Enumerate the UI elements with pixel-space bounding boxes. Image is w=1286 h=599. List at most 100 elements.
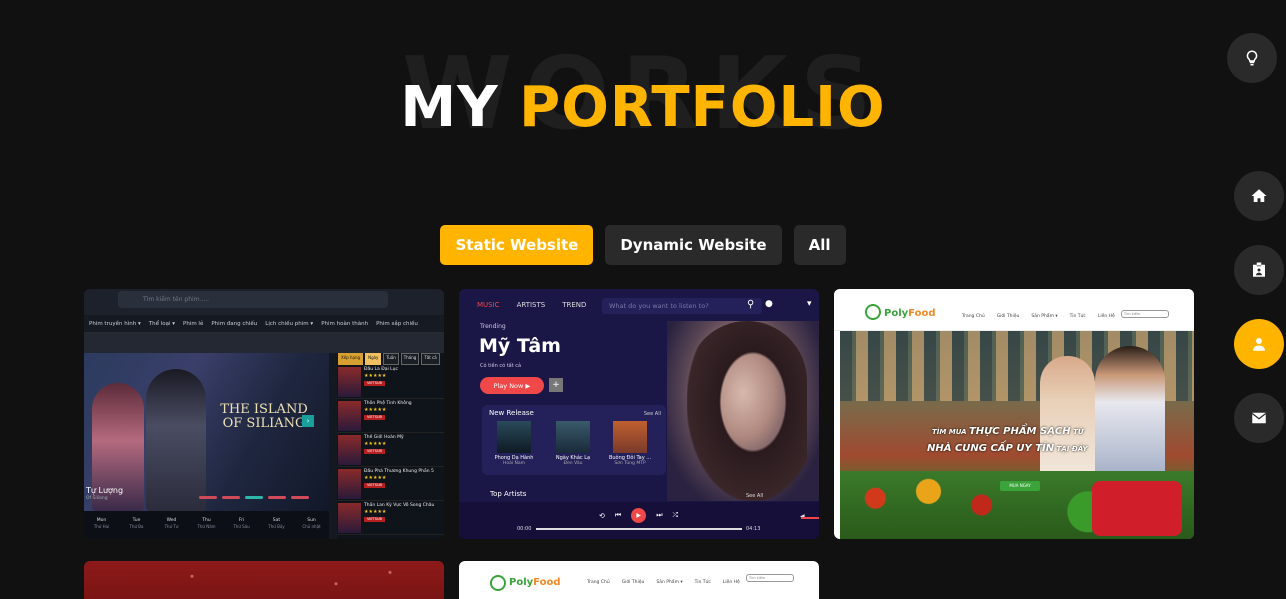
shuffle-icon: ⤮ <box>672 511 679 519</box>
top-artists-heading: Top Artists <box>490 490 527 498</box>
basket-image <box>1092 481 1182 536</box>
day-item: Wed Thứ Tư <box>164 518 179 530</box>
rank-item: Thần Lan Kỳ Vực Vô Song Châu ★★★★★ VIETSUB <box>337 501 444 535</box>
play-icon: › <box>302 415 314 427</box>
food-brand: PolyFood <box>884 308 936 319</box>
release-item: Phong Dạ Hành Hoài Nam <box>492 421 536 466</box>
leaf-logo-icon <box>865 304 881 320</box>
portfolio-card-red[interactable] <box>84 561 444 599</box>
food-banner: TÌM MUA THỰC PHẨM SẠCH TỪ NHÀ CUNG CẤP U… <box>840 331 1194 539</box>
day-item: Sun Chủ nhật <box>302 518 321 530</box>
trending-label: Trending <box>480 323 506 330</box>
filter-static-button[interactable]: Static Website <box>440 225 594 265</box>
food-menu-item: Trang Chủ <box>962 314 985 319</box>
portfolio-card-music[interactable]: MUSIC ARTISTS TREND What do you want to … <box>459 289 819 539</box>
day-item: Thu Thứ Năm <box>197 518 216 530</box>
movie-menu-item: Lịch chiếu phim ▾ <box>265 320 314 327</box>
leaf-logo-icon <box>490 575 506 591</box>
rank-item: Thôn Phệ Tinh Không ★★★★★ VIETSUB <box>337 399 444 433</box>
food-menu-item: Trang Chủ <box>587 580 610 585</box>
shirt-icon: ▾ <box>807 299 812 309</box>
portfolio-card-food[interactable]: PolyFood Trang Chủ Giới Thiệu Sản Phẩm ▾… <box>834 289 1194 539</box>
food-menu-item: Sản Phẩm ▾ <box>656 580 683 585</box>
time-start: 00:00 <box>517 526 532 532</box>
food-slogan-line2: NHÀ CUNG CẤP UY TÍN TẠI ĐÂY <box>927 443 1088 454</box>
food-menu: Trang Chủ Giới Thiệu Sản Phẩm ▾ Tin Tức … <box>587 580 740 585</box>
repeat-icon: ⟲ <box>599 511 605 520</box>
rank-tab: Tuần <box>383 353 399 365</box>
play-now-button: Play Now ▶ <box>480 377 544 394</box>
rank-item: Thế Giới Hoàn Mỹ ★★★★★ VIETSUB <box>337 433 444 467</box>
previous-icon: ⏮ <box>614 511 622 519</box>
plus-icon: + <box>549 378 563 392</box>
movie-hero-name: Tự Lượng <box>86 486 124 495</box>
music-nav-item: MUSIC <box>477 301 500 309</box>
release-item: Ngày Khác Lạ Đen Vâu <box>551 421 595 466</box>
food-menu-item: Liên Hệ <box>722 580 740 585</box>
nav-home-button[interactable] <box>1234 171 1284 221</box>
carousel-dots <box>199 496 309 499</box>
search-icon: ⚲ <box>747 299 755 310</box>
release-item: Buông Đôi Tay ... Sơn Tùng MTP <box>608 421 652 466</box>
filter-bar: Static Website Dynamic Website All <box>0 225 1286 265</box>
food-header: PolyFood Trang Chủ Giới Thiệu Sản Phẩm ▾… <box>834 297 1194 331</box>
music-player: ⟲ ⏮ ▶ ⏭ ⤮ 00:00 04:13 ◀ <box>459 502 819 539</box>
food-menu-item: Giới Thiệu <box>996 314 1020 319</box>
page-title: MY PORTFOLIO <box>0 80 1286 136</box>
new-release-heading: New Release <box>489 409 534 417</box>
food-menu: Trang Chủ Giới Thiệu Sản Phẩm ▾ Tin Tức … <box>962 314 1115 319</box>
schedule-days: Mon Thứ Hai Tue Thứ Ba Wed Thứ Tư Thu Thứ Nă… <box>84 511 329 539</box>
home-icon <box>1251 189 1267 202</box>
music-nav-item: ARTISTS <box>516 301 546 309</box>
movie-hero-sub: Of Siliang <box>86 496 108 501</box>
progress-bar <box>536 528 742 530</box>
food-search-input: Tìm kiếm <box>1121 310 1169 318</box>
title-accent: PORTFOLIO <box>519 75 886 140</box>
buy-now-button: MUA NGAY <box>1000 481 1040 491</box>
rank-item: Đấu La Đại Lục ★★★★★ VIETSUB <box>337 365 444 399</box>
food-slogan-line1: TÌM MUA THỰC PHẨM SẠCH TỪ <box>932 426 1084 437</box>
movie-menu-item: Phim sắp chiếu <box>376 320 418 327</box>
artist-photo <box>667 321 819 501</box>
movie-ranking: Xếp hạng Ngày Tuần Tháng Tất cả Đấu La Đ… <box>337 353 444 539</box>
next-icon: ⏭ <box>656 511 663 519</box>
volume-bar <box>801 517 819 519</box>
nav-portfolio-button[interactable] <box>1234 319 1284 369</box>
rank-tab: Ngày <box>365 353 382 365</box>
rank-tab: Tháng <box>400 353 420 365</box>
nav-about-button[interactable] <box>1234 245 1284 295</box>
microphone-icon: ● <box>765 299 773 309</box>
title-white: MY <box>400 75 499 140</box>
portfolio-card-food-2[interactable]: PolyFood Trang Chủ Giới Thiệu Sản Phẩm ▾… <box>459 561 819 599</box>
movie-menu-item: Phim lẻ <box>183 320 204 327</box>
day-item: Fri Thứ Sáu <box>233 518 250 530</box>
lightbulb-icon <box>1246 50 1258 66</box>
food-menu-item: Tin Tức <box>1069 314 1086 319</box>
food-menu-item: Tin Tức <box>694 580 711 585</box>
movie-hero-logo: THE ISLAND OF SILIANG <box>220 402 308 431</box>
artist-desc: Có tiền có tất cả <box>480 363 522 369</box>
nav-contact-button[interactable] <box>1234 393 1284 443</box>
movie-menu-item: Phim đang chiếu <box>211 320 258 327</box>
filter-dynamic-button[interactable]: Dynamic Website <box>605 225 782 265</box>
movie-search-input: Tìm kiếm tên phim..... <box>118 291 388 308</box>
rank-tab: Xếp hạng <box>338 353 364 365</box>
music-nav-item: TREND <box>562 301 587 309</box>
day-item: Sat Thứ Bảy <box>268 518 285 530</box>
portfolio-card-movie[interactable]: ⚲ Tìm kiếm tên phim..... Phim truyền hìn… <box>84 289 444 539</box>
movie-menu-item: Thể loại ▾ <box>148 320 175 327</box>
food-brand: PolyFood <box>509 577 561 588</box>
movie-hero-banner: THE ISLAND OF SILIANG › Tự Lượng Of Sili… <box>84 353 329 511</box>
food-search-input: Tìm kiếm <box>746 574 794 582</box>
user-icon <box>1253 338 1265 351</box>
day-item: Mon Thứ Hai <box>93 518 110 530</box>
new-release-panel: New Release See All Phong Dạ Hành Hoài Na… <box>482 405 666 475</box>
movie-menu-item: Phim hoàn thành <box>321 320 369 327</box>
theme-toggle-button[interactable] <box>1227 33 1277 83</box>
envelope-icon <box>1251 412 1267 424</box>
movie-menu-item: Phim truyền hình ▾ <box>89 320 141 327</box>
food-menu-item: Liên Hệ <box>1097 314 1115 319</box>
id-card-icon <box>1253 262 1265 277</box>
filter-all-button[interactable]: All <box>793 225 846 265</box>
time-end: 04:13 <box>746 526 761 532</box>
